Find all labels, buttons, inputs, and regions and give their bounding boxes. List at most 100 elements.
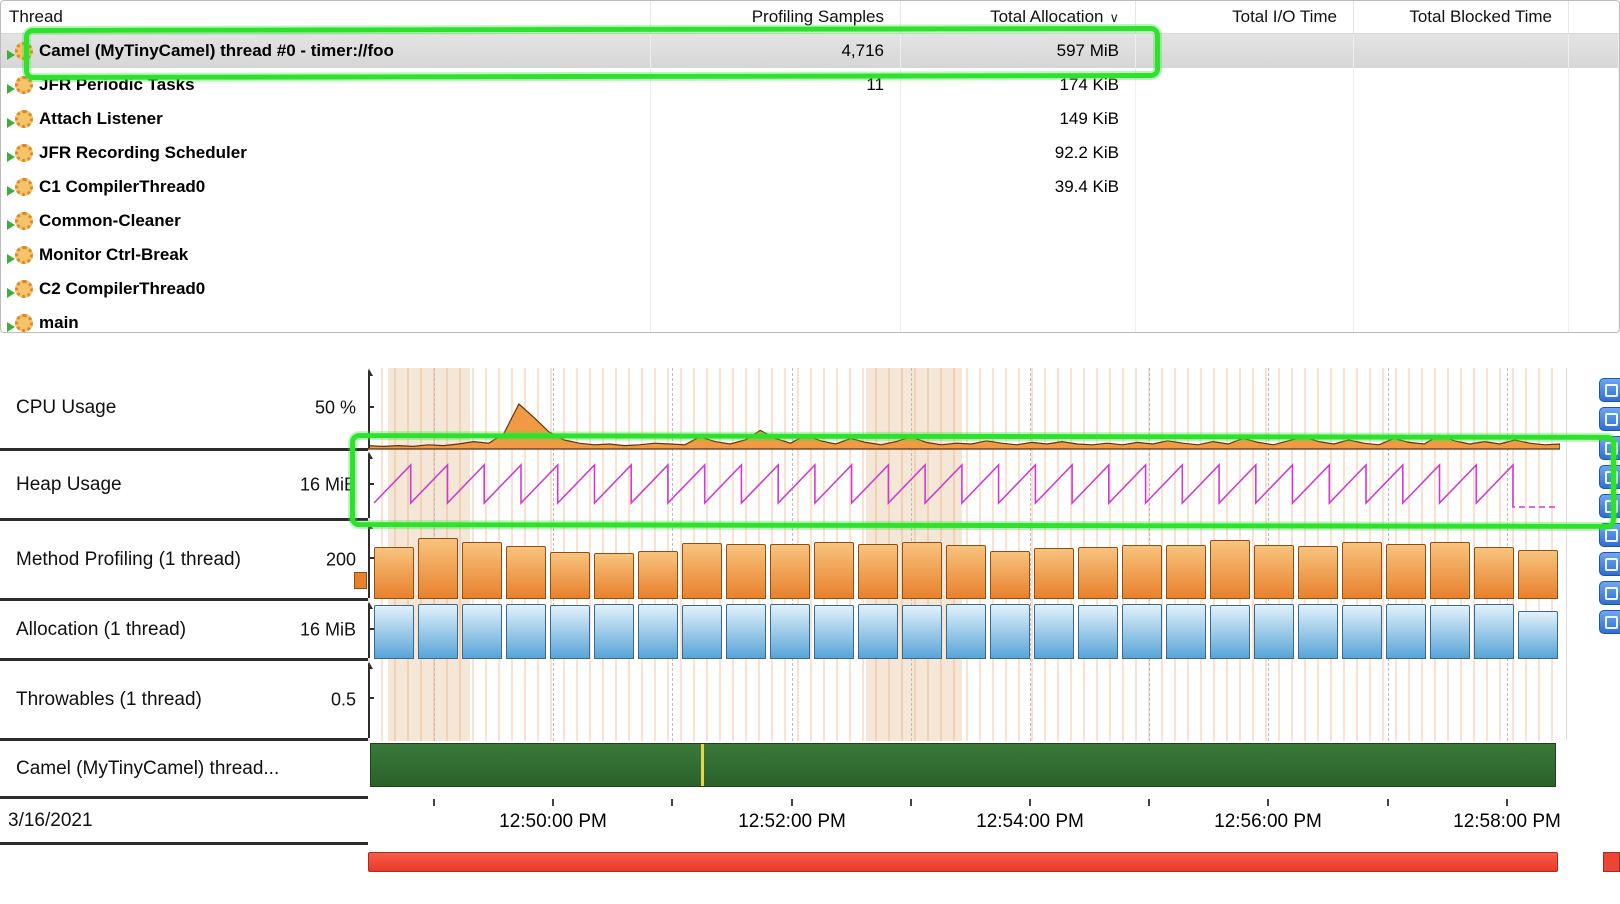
green-arrow-icon[interactable] — [7, 186, 15, 196]
thread-cell: Camel (MyTinyCamel) thread #0 - timer://… — [1, 34, 651, 68]
profiling-samples-value — [651, 136, 901, 170]
axis-tick — [910, 799, 912, 806]
method-profiling-bar — [682, 543, 722, 599]
thread-cell: C1 CompilerThread0 — [1, 170, 651, 204]
heap-usage-chart[interactable] — [368, 451, 1560, 521]
column-header-thread[interactable]: Thread — [1, 1, 651, 33]
column-header-total-blocked-time[interactable]: Total Blocked Time — [1354, 1, 1569, 33]
date-label: 3/16/2021 — [8, 810, 93, 832]
thread-table: Thread Profiling Samples Total Allocatio… — [0, 0, 1620, 333]
side-toolbar-button[interactable] — [1599, 610, 1620, 634]
thread-lifespan-lane[interactable] — [368, 741, 1560, 799]
total-io-time-value — [1136, 68, 1354, 102]
lane-label: Throwables (1 thread) — [16, 689, 202, 711]
row-filler — [1569, 272, 1619, 306]
green-arrow-icon[interactable] — [7, 152, 15, 162]
green-arrow-icon[interactable] — [7, 84, 15, 94]
total-io-time-value — [1136, 204, 1354, 238]
allocation-bar — [418, 604, 458, 659]
thread-row[interactable]: Attach Listener149 KiB — [1, 102, 1619, 136]
thread-icon — [7, 74, 33, 96]
side-toolbar-button[interactable] — [1599, 378, 1620, 402]
thread-row[interactable]: main — [1, 306, 1619, 333]
thread-row[interactable]: Camel (MyTinyCamel) thread #0 - timer://… — [1, 34, 1619, 68]
side-toolbar-button[interactable] — [1599, 465, 1620, 489]
method-profiling-bar — [418, 538, 458, 600]
thread-row[interactable]: C2 CompilerThread0 — [1, 272, 1619, 306]
row-filler — [1569, 136, 1619, 170]
lane-label-method-profiling: Method Profiling (1 thread) 200 — [0, 521, 368, 601]
thread-row[interactable]: Monitor Ctrl-Break — [1, 238, 1619, 272]
time-tick-label: 12:50:00 PM — [499, 811, 607, 833]
lane-label-throwables: Throwables (1 thread) 0.5 — [0, 661, 368, 741]
total-allocation-value: 92.2 KiB — [901, 136, 1136, 170]
side-toolbar-button[interactable] — [1599, 436, 1620, 460]
profiling-samples-value — [651, 272, 901, 306]
gear-icon — [15, 246, 33, 264]
profiling-samples-value — [651, 204, 901, 238]
side-toolbar-button[interactable] — [1599, 523, 1620, 547]
total-blocked-time-value — [1354, 68, 1569, 102]
side-toolbar-button[interactable] — [1599, 552, 1620, 576]
green-arrow-icon[interactable] — [7, 50, 15, 60]
green-arrow-icon[interactable] — [7, 118, 15, 128]
allocation-chart[interactable] — [368, 601, 1560, 661]
lane-label: Method Profiling (1 thread) — [16, 549, 241, 571]
green-arrow-icon[interactable] — [7, 322, 15, 332]
thread-name: Camel (MyTinyCamel) thread #0 - timer://… — [39, 34, 394, 68]
allocation-bar — [814, 605, 854, 659]
column-header-total-allocation-label: Total Allocation — [990, 7, 1103, 26]
lane-scale: 16 MiB — [300, 619, 356, 640]
total-blocked-time-value — [1354, 306, 1569, 333]
side-toolbar-button[interactable] — [1599, 581, 1620, 605]
thread-row[interactable]: JFR Periodic Tasks11174 KiB — [1, 68, 1619, 102]
axis-tick — [552, 799, 554, 806]
lane-label: CPU Usage — [16, 397, 116, 419]
green-arrow-icon[interactable] — [7, 288, 15, 298]
gear-icon — [15, 110, 33, 128]
timeline-scrollbar-thumb[interactable] — [368, 852, 1558, 872]
green-arrow-icon[interactable] — [7, 220, 15, 230]
column-header-total-allocation[interactable]: Total Allocation∨ — [901, 1, 1136, 33]
thread-row[interactable]: Common-Cleaner — [1, 204, 1619, 238]
date-label-row: 3/16/2021 — [0, 799, 368, 845]
gear-icon — [15, 212, 33, 230]
lane-label: Heap Usage — [16, 474, 122, 496]
green-arrow-icon[interactable] — [7, 254, 15, 264]
cpu-usage-chart[interactable] — [368, 368, 1560, 451]
total-io-time-value — [1136, 136, 1354, 170]
method-profiling-bar — [1122, 545, 1162, 599]
lane-label-heap-usage: Heap Usage 16 MiB — [0, 451, 368, 521]
profiling-samples-value — [651, 102, 901, 136]
allocation-bar — [1122, 604, 1162, 659]
method-profiling-bar — [1518, 550, 1558, 599]
gear-icon — [15, 76, 33, 94]
thread-cell: Attach Listener — [1, 102, 651, 136]
timeline-scrollbar-end[interactable] — [1603, 852, 1620, 872]
allocation-bar — [638, 604, 678, 659]
side-toolbar-button[interactable] — [1599, 494, 1620, 518]
method-profiling-chart[interactable] — [368, 521, 1560, 601]
thread-name: Common-Cleaner — [39, 204, 181, 238]
thread-row[interactable]: JFR Recording Scheduler 92.2 KiB — [1, 136, 1619, 170]
method-profiling-bar — [726, 544, 766, 599]
timeline-gutter: CPU Usage 50 % Heap Usage 16 MiB Method … — [0, 362, 368, 904]
thread-lifespan-bar[interactable] — [370, 743, 1556, 787]
method-profiling-bar — [858, 544, 898, 599]
allocation-bar — [550, 605, 590, 659]
allocation-bar — [1518, 611, 1558, 659]
thread-row[interactable]: C1 CompilerThread039.4 KiB — [1, 170, 1619, 204]
thread-name: C1 CompilerThread0 — [39, 170, 205, 204]
total-allocation-value — [901, 204, 1136, 238]
method-profiling-bar — [946, 545, 986, 599]
column-header-profiling-samples[interactable]: Profiling Samples — [651, 1, 901, 33]
side-toolbar-button[interactable] — [1599, 407, 1620, 431]
thread-cell: JFR Recording Scheduler — [1, 136, 651, 170]
timeline-chart-area[interactable]: 12:50:00 PM12:52:00 PM12:54:00 PM12:56:0… — [368, 362, 1560, 904]
total-io-time-value — [1136, 102, 1354, 136]
total-io-time-value — [1136, 238, 1354, 272]
gear-icon — [15, 280, 33, 298]
y-axis — [368, 604, 370, 658]
throwables-chart[interactable] — [368, 661, 1560, 741]
column-header-total-io-time[interactable]: Total I/O Time — [1136, 1, 1354, 33]
